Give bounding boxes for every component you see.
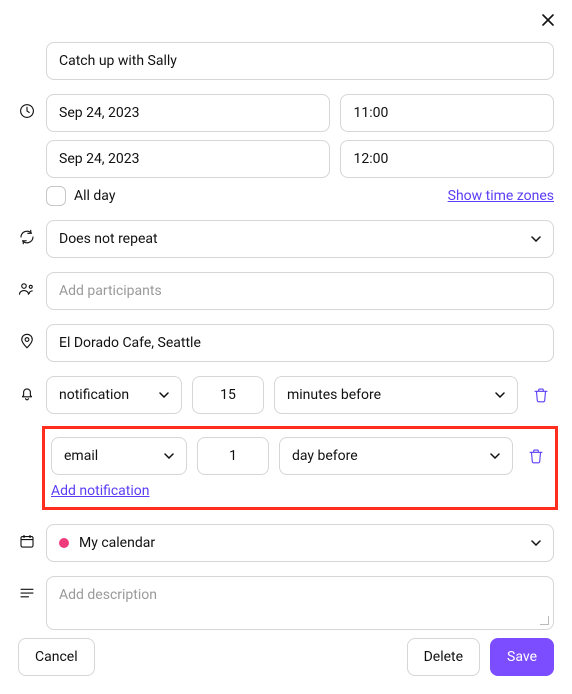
show-timezones-link[interactable]: Show time zones <box>448 188 554 204</box>
delete-button[interactable]: Delete <box>407 638 480 676</box>
participants-placeholder: Add participants <box>59 283 162 299</box>
calendar-color-dot <box>59 538 69 548</box>
notification-row: notification 15 minutes before <box>46 376 554 414</box>
delete-notification-button[interactable] <box>532 386 550 404</box>
close-button[interactable] <box>538 10 558 30</box>
calendar-select[interactable]: My calendar <box>46 524 554 562</box>
chevron-down-icon <box>531 236 541 242</box>
notification-row: email 1 day before <box>51 437 549 475</box>
all-day-label: All day <box>74 188 115 204</box>
all-day-checkbox[interactable] <box>46 186 66 206</box>
repeat-icon <box>18 220 46 246</box>
participants-icon <box>18 272 46 298</box>
notification-amount-input[interactable]: 1 <box>197 437 269 475</box>
calendar-icon <box>18 524 46 550</box>
clock-icon <box>18 94 46 120</box>
event-title-input[interactable]: Catch up with Sally <box>46 42 554 80</box>
bell-icon <box>18 376 46 402</box>
description-icon <box>18 576 46 602</box>
notification-amount-input[interactable]: 15 <box>192 376 264 414</box>
save-button[interactable]: Save <box>490 638 554 676</box>
notification-unit-select[interactable]: minutes before <box>274 376 518 414</box>
close-icon <box>540 12 556 28</box>
notification-type-select[interactable]: notification <box>46 376 182 414</box>
cancel-button[interactable]: Cancel <box>18 638 95 676</box>
chevron-down-icon <box>495 392 505 398</box>
chevron-down-icon <box>164 453 174 459</box>
end-date-input[interactable]: Sep 24, 2023 <box>46 140 330 178</box>
add-notification-link[interactable]: Add notification <box>51 483 150 499</box>
event-title-value: Catch up with Sally <box>59 53 177 69</box>
chevron-down-icon <box>531 540 541 546</box>
start-date-input[interactable]: Sep 24, 2023 <box>46 94 330 132</box>
chevron-down-icon <box>159 392 169 398</box>
chevron-down-icon <box>490 453 500 459</box>
description-textarea[interactable]: Add description <box>46 576 554 630</box>
description-placeholder: Add description <box>59 587 157 603</box>
end-time-input[interactable]: 12:00 <box>340 140 554 178</box>
start-time-input[interactable]: 11:00 <box>340 94 554 132</box>
location-icon <box>18 324 46 350</box>
delete-notification-button[interactable] <box>527 447 545 465</box>
repeat-select[interactable]: Does not repeat <box>46 220 554 258</box>
location-input[interactable]: El Dorado Cafe, Seattle <box>46 324 554 362</box>
participants-input[interactable]: Add participants <box>46 272 554 310</box>
highlighted-notification-region: email 1 day before Add notification <box>42 426 558 510</box>
notification-unit-select[interactable]: day before <box>279 437 513 475</box>
notification-type-select[interactable]: email <box>51 437 187 475</box>
